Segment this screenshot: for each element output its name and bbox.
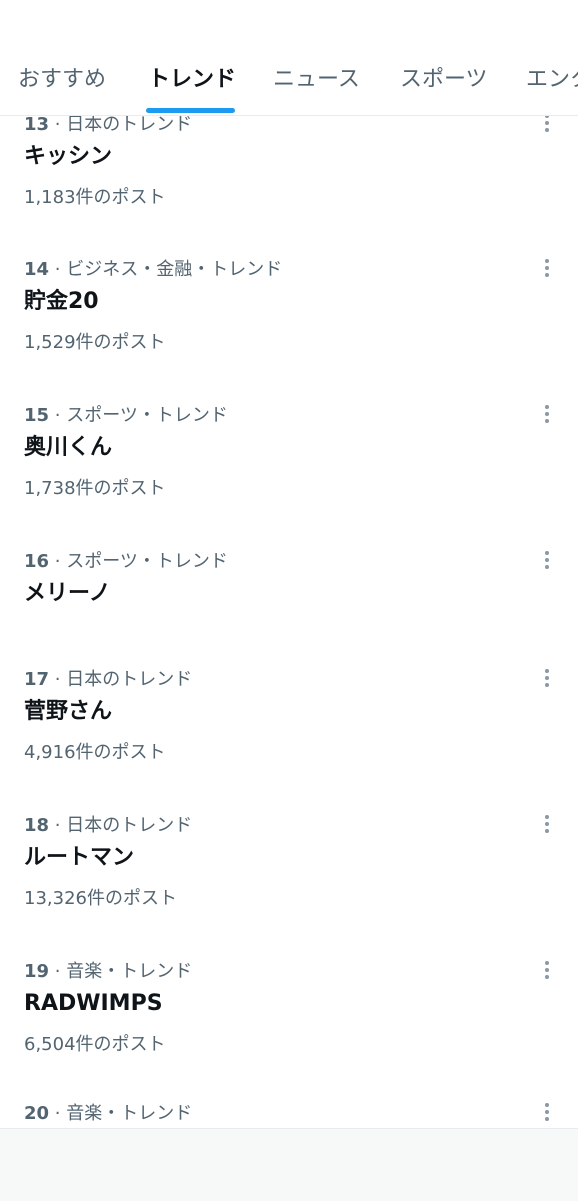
trend-item[interactable]: 15 · スポーツ・トレンド 奥川くん 1,738件のポスト (0, 404, 578, 522)
more-options-icon[interactable] (537, 958, 557, 984)
more-options-icon[interactable] (537, 256, 557, 282)
trend-meta: 13 · 日本のトレンド (24, 114, 193, 135)
trend-meta: 17 · 日本のトレンド (24, 669, 193, 690)
tab-for-you[interactable]: おすすめ (18, 60, 106, 100)
trend-meta: 19 · 音楽・トレンド (24, 961, 193, 982)
trend-post-count: 4,916件のポスト (24, 742, 166, 763)
trend-item[interactable]: 19 · 音楽・トレンド RADWIMPS 6,504件のポスト (0, 960, 578, 1078)
trend-meta: 14 · ビジネス・金融・トレンド (24, 259, 283, 280)
tab-trending[interactable]: トレンド (148, 60, 236, 100)
tab-sports[interactable]: スポーツ (400, 60, 488, 100)
trend-meta: 20 · 音楽・トレンド (24, 1103, 193, 1124)
trend-title: キッシン (24, 144, 113, 169)
trend-title: RADWIMPS (24, 991, 163, 1016)
trend-category: 日本のトレンド (66, 815, 193, 836)
trend-category: スポーツ・トレンド (66, 405, 228, 426)
trend-item[interactable]: 17 · 日本のトレンド 菅野さん 4,916件のポスト (0, 668, 578, 786)
trend-title: 奥川くん (24, 435, 113, 460)
explore-tab-bar: おすすめ トレンド ニュース スポーツ エンタ (0, 0, 578, 116)
tab-entertainment[interactable]: エンタ (526, 60, 578, 100)
trend-meta: 16 · スポーツ・トレンド (24, 551, 228, 572)
trend-post-count: 6,504件のポスト (24, 1034, 166, 1055)
trend-item[interactable]: 18 · 日本のトレンド ルートマン 13,326件のポスト (0, 814, 578, 932)
trend-post-count: 1,529件のポスト (24, 332, 166, 353)
trend-item[interactable]: 14 · ビジネス・金融・トレンド 貯金20 1,529件のポスト (0, 258, 578, 376)
more-options-icon[interactable] (537, 1100, 557, 1126)
trend-rank: 13 (24, 114, 50, 135)
trend-category: スポーツ・トレンド (66, 551, 228, 572)
trend-rank: 15 (24, 405, 50, 426)
trend-rank: 20 (24, 1103, 50, 1124)
trend-item[interactable]: 20 · 音楽・トレンド (0, 1102, 578, 1128)
trend-item[interactable]: 13 · 日本のトレンド キッシン 1,183件のポスト (0, 113, 578, 231)
trend-meta: 18 · 日本のトレンド (24, 815, 193, 836)
trend-rank: 14 (24, 259, 50, 280)
more-options-icon[interactable] (537, 812, 557, 838)
trend-rank: 17 (24, 669, 50, 690)
trend-meta: 15 · スポーツ・トレンド (24, 405, 228, 426)
more-options-icon[interactable] (537, 666, 557, 692)
more-options-icon[interactable] (537, 548, 557, 574)
tab-news[interactable]: ニュース (273, 60, 360, 100)
bottom-navigation-bar (0, 1128, 578, 1201)
trend-category: ビジネス・金融・トレンド (66, 259, 283, 280)
trend-category: 音楽・トレンド (66, 961, 193, 982)
trend-rank: 18 (24, 815, 50, 836)
trend-title: 菅野さん (24, 699, 113, 724)
trend-title: ルートマン (24, 845, 135, 870)
trend-category: 音楽・トレンド (66, 1103, 193, 1124)
trend-title: 貯金20 (24, 289, 99, 314)
active-tab-indicator (146, 108, 235, 113)
trend-category: 日本のトレンド (66, 114, 193, 135)
trend-rank: 16 (24, 551, 50, 572)
trend-post-count: 1,183件のポスト (24, 187, 166, 208)
trend-item[interactable]: 16 · スポーツ・トレンド メリーノ (0, 550, 578, 630)
trend-title: メリーノ (24, 581, 111, 606)
trend-category: 日本のトレンド (66, 669, 193, 690)
trend-post-count: 1,738件のポスト (24, 478, 166, 499)
more-options-icon[interactable] (537, 402, 557, 428)
trend-post-count: 13,326件のポスト (24, 888, 177, 909)
trend-rank: 19 (24, 961, 50, 982)
